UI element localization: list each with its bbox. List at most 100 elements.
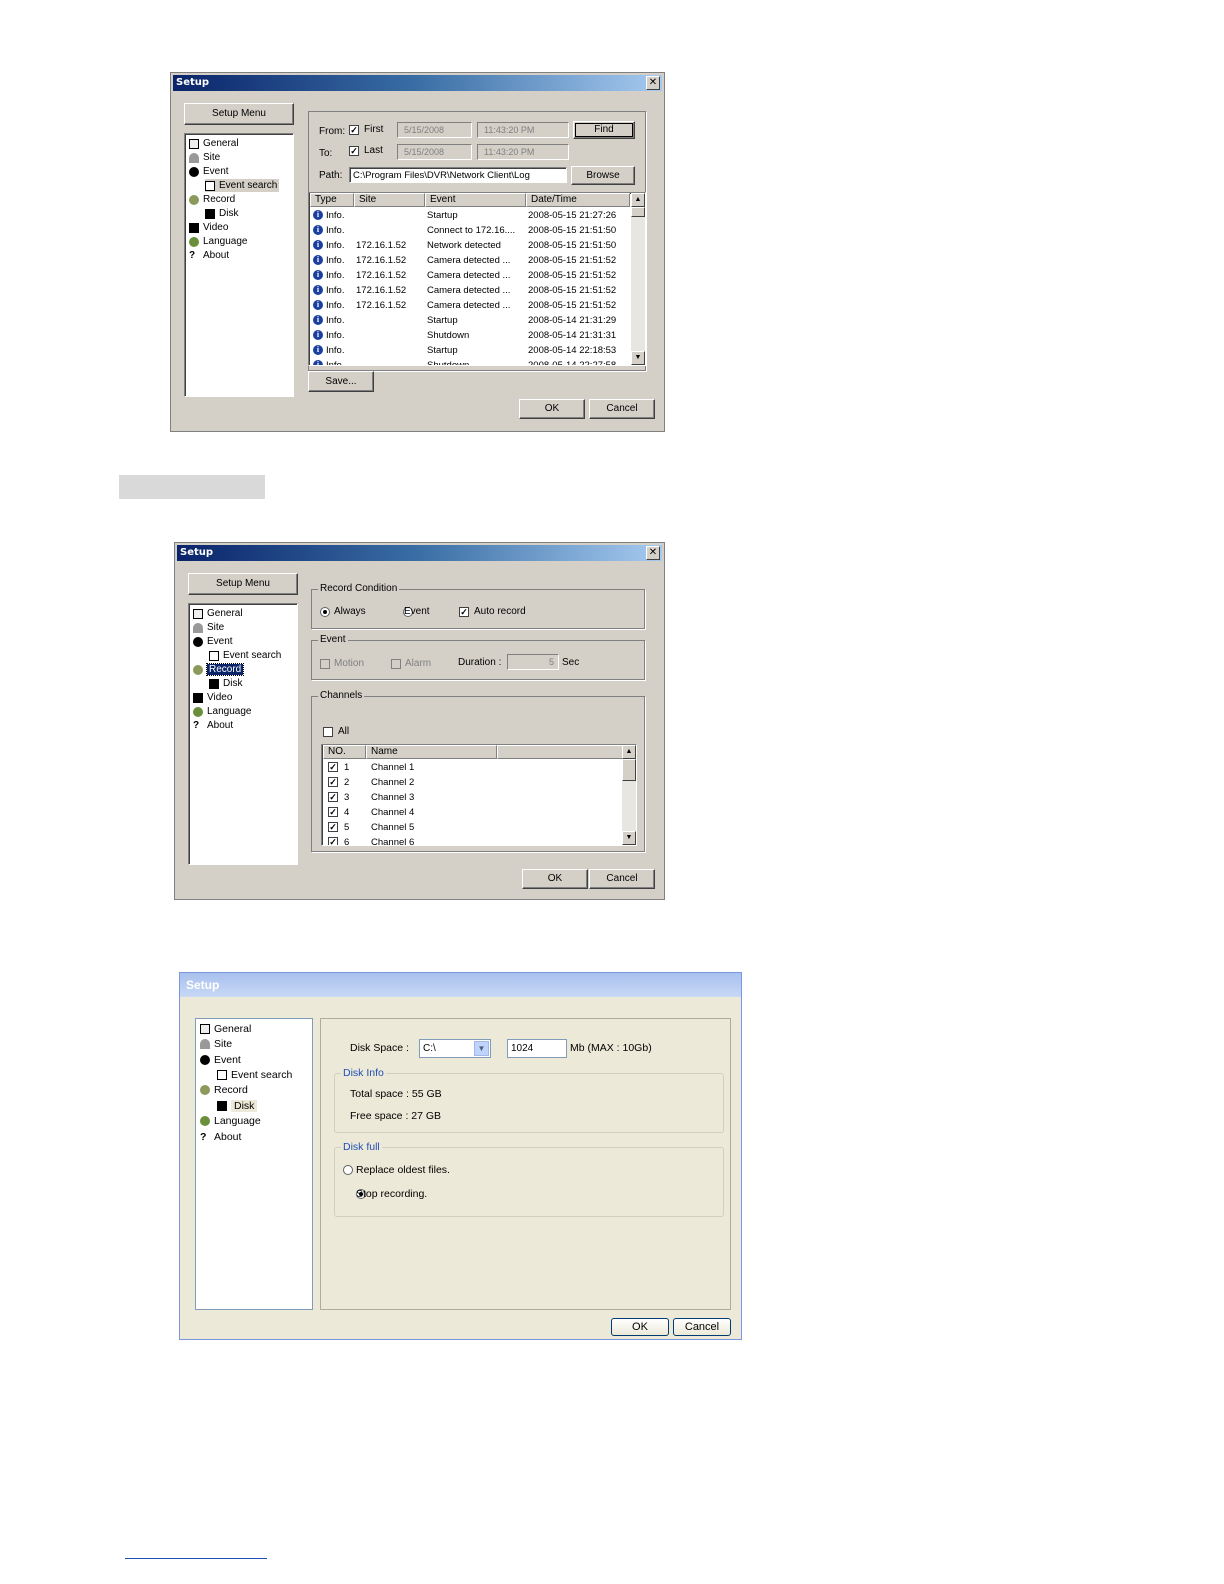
tree-item-video[interactable]: Video	[189, 221, 228, 234]
channel-row[interactable]: ✓ 5 Channel 5	[322, 820, 622, 835]
tree-item-general[interactable]: General	[189, 137, 239, 150]
cancel-button[interactable]: Cancel	[589, 869, 655, 889]
replace-oldest-label: Replace oldest files.	[356, 1164, 450, 1176]
scroll-down-icon[interactable]: ▼	[622, 831, 636, 845]
row-type: Info.	[326, 285, 345, 296]
tree-item-site[interactable]: Site	[193, 621, 224, 634]
table-row[interactable]: i Info. Shutdown 2008-05-14 21:31:31	[309, 328, 631, 343]
site-icon	[200, 1038, 210, 1049]
tree-item-record[interactable]: Record	[200, 1083, 248, 1096]
channel-checkbox[interactable]: ✓	[328, 822, 338, 832]
tree-item-disk[interactable]: Disk	[217, 1099, 258, 1112]
col-name[interactable]: Name	[366, 745, 497, 759]
cancel-button[interactable]: Cancel	[673, 1318, 731, 1336]
tree-item-about[interactable]: ? About	[189, 249, 229, 262]
duration-field[interactable]: 5	[507, 654, 559, 670]
row-event: Startup	[427, 315, 458, 326]
size-input[interactable]: 1024	[507, 1039, 567, 1058]
bomb-icon	[189, 166, 199, 177]
channel-checkbox[interactable]: ✓	[328, 837, 338, 845]
scroll-down-icon[interactable]: ▼	[631, 351, 645, 365]
channel-row[interactable]: ✓ 2 Channel 2	[322, 775, 622, 790]
table-row[interactable]: i Info. 172.16.1.52 Camera detected ... 2008…	[309, 268, 631, 283]
channel-checkbox[interactable]: ✓	[328, 807, 338, 817]
close-icon[interactable]: ✕	[646, 546, 660, 560]
tree-item-event[interactable]: Event	[189, 165, 229, 178]
from-date-field[interactable]: 5/15/2008	[397, 122, 472, 138]
replace-oldest-radio[interactable]	[343, 1165, 353, 1175]
scroll-thumb[interactable]	[622, 759, 636, 781]
tree-item-about[interactable]: ? About	[193, 719, 233, 732]
setup-menu-button[interactable]: Setup Menu	[184, 103, 294, 125]
col-site[interactable]: Site	[354, 193, 425, 207]
table-row[interactable]: i Info. Startup 2008-05-15 21:27:26	[309, 208, 631, 223]
scroll-up-icon[interactable]: ▲	[622, 745, 636, 759]
tree-item-video[interactable]: Video	[193, 691, 232, 704]
cancel-button[interactable]: Cancel	[589, 399, 655, 419]
col-event[interactable]: Event	[425, 193, 526, 207]
tree-item-about[interactable]: ? About	[200, 1130, 241, 1143]
chevron-down-icon[interactable]: ▼	[474, 1041, 489, 1056]
first-checkbox[interactable]: ✓	[349, 125, 359, 135]
tree-item-event-search[interactable]: Event search	[209, 649, 281, 662]
path-input[interactable]: C:\Program Files\DVR\Network Client\Log	[349, 167, 567, 183]
tree-item-general[interactable]: General	[193, 607, 243, 620]
scrollbar[interactable]: ▲ ▼	[631, 193, 645, 365]
table-row[interactable]: i Info. 172.16.1.52 Camera detected ... 2008…	[309, 283, 631, 298]
tree-item-event-search[interactable]: Event search	[217, 1068, 292, 1081]
table-row[interactable]: i Info. Startup 2008-05-14 22:18:53	[309, 343, 631, 358]
last-checkbox[interactable]: ✓	[349, 146, 359, 156]
table-row[interactable]: i Info. Connect to 172.16.... 2008-05-15 21…	[309, 223, 631, 238]
tree-item-language[interactable]: Language	[189, 235, 248, 248]
tree-item-site[interactable]: Site	[189, 151, 220, 164]
tree-item-general[interactable]: General	[200, 1022, 251, 1035]
scrollbar[interactable]: ▲ ▼	[622, 745, 636, 845]
close-icon[interactable]: ✕	[646, 76, 660, 90]
ok-button[interactable]: OK	[522, 869, 588, 889]
col-datetime[interactable]: Date/Time	[526, 193, 630, 207]
motion-checkbox[interactable]	[320, 659, 330, 669]
tree-item-language[interactable]: Language	[193, 705, 252, 718]
drive-select[interactable]: C:\ ▼	[419, 1039, 491, 1058]
tree-item-event[interactable]: Event	[193, 635, 233, 648]
channel-row[interactable]: ✓ 1 Channel 1	[322, 760, 622, 775]
tree-item-language[interactable]: Language	[200, 1114, 261, 1127]
info-icon: i	[313, 330, 323, 340]
channel-checkbox[interactable]: ✓	[328, 777, 338, 787]
to-time-field[interactable]: 11:43:20 PM	[477, 144, 569, 160]
table-row[interactable]: i Info. 172.16.1.52 Camera detected ... 2008…	[309, 298, 631, 313]
col-no[interactable]: NO.	[323, 745, 366, 759]
table-row[interactable]: i Info. Shutdown 2008-05-14 22:27:58	[309, 358, 631, 365]
tree-item-record[interactable]: Record	[193, 663, 245, 676]
browse-button[interactable]: Browse	[571, 166, 635, 185]
ok-button[interactable]: OK	[611, 1318, 669, 1336]
tree-item-site[interactable]: Site	[200, 1037, 232, 1050]
channel-checkbox[interactable]: ✓	[328, 792, 338, 802]
tree-item-record[interactable]: Record	[189, 193, 235, 206]
from-time-field[interactable]: 11:43:20 PM	[477, 122, 569, 138]
all-checkbox[interactable]	[323, 727, 333, 737]
ok-button[interactable]: OK	[519, 399, 585, 419]
always-radio[interactable]	[320, 607, 330, 617]
tree-item-event[interactable]: Event	[200, 1053, 241, 1066]
save-button[interactable]: Save...	[308, 371, 374, 392]
table-row[interactable]: i Info. 172.16.1.52 Network detected 2008-05…	[309, 238, 631, 253]
channel-row[interactable]: ✓ 6 Channel 6	[322, 835, 622, 845]
table-row[interactable]: i Info. Startup 2008-05-14 21:31:29	[309, 313, 631, 328]
tree-item-disk[interactable]: Disk	[209, 677, 242, 690]
setup-menu-button[interactable]: Setup Menu	[188, 573, 298, 595]
channel-row[interactable]: ✓ 3 Channel 3	[322, 790, 622, 805]
scroll-thumb[interactable]	[631, 207, 645, 217]
tree-item-event-search[interactable]: Event search	[205, 179, 280, 192]
row-event: Startup	[427, 345, 458, 356]
table-row[interactable]: i Info. 172.16.1.52 Camera detected ... 2008…	[309, 253, 631, 268]
find-button[interactable]: Find	[573, 121, 635, 139]
to-date-field[interactable]: 5/15/2008	[397, 144, 472, 160]
col-type[interactable]: Type	[310, 193, 354, 207]
auto-record-checkbox[interactable]: ✓	[459, 607, 469, 617]
tree-item-disk[interactable]: Disk	[205, 207, 238, 220]
channel-checkbox[interactable]: ✓	[328, 762, 338, 772]
alarm-checkbox[interactable]	[391, 659, 401, 669]
scroll-up-icon[interactable]: ▲	[631, 193, 645, 207]
channel-row[interactable]: ✓ 4 Channel 4	[322, 805, 622, 820]
